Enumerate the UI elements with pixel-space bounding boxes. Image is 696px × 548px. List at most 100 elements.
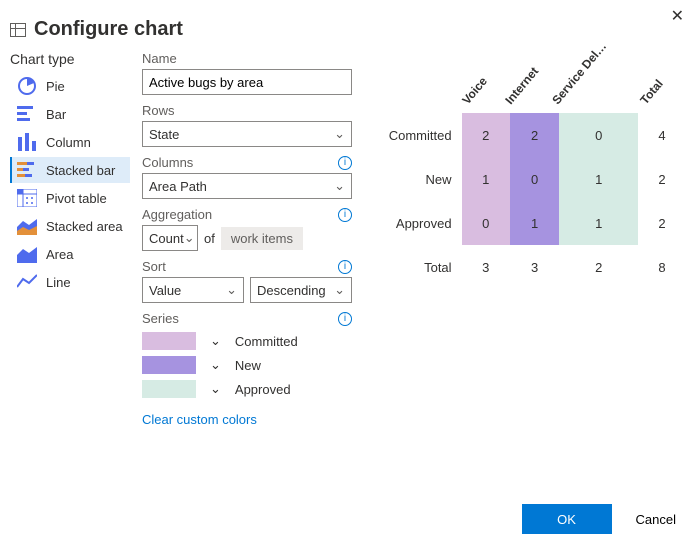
columns-select[interactable]: Area Path ⌄ bbox=[142, 173, 352, 199]
col-voice: Voice bbox=[462, 69, 510, 113]
chart-type-pivot-table[interactable]: Pivot table bbox=[10, 185, 130, 211]
chart-type-line[interactable]: Line bbox=[10, 269, 130, 295]
chevron-down-icon[interactable]: ⌄ bbox=[210, 381, 221, 397]
chart-type-label: Pie bbox=[46, 79, 65, 94]
cell-total: 2 bbox=[638, 157, 686, 201]
chart-type-column[interactable]: Column bbox=[10, 129, 130, 155]
chevron-down-icon: ⌄ bbox=[184, 230, 195, 246]
ok-button[interactable]: OK bbox=[522, 504, 612, 534]
series-name: Committed bbox=[235, 334, 298, 349]
pivot-table-icon bbox=[16, 189, 38, 207]
rows-label: Rows bbox=[142, 103, 175, 118]
grid-icon bbox=[10, 23, 26, 37]
cell: 0 bbox=[462, 201, 510, 245]
series-name: New bbox=[235, 358, 261, 373]
of-label: of bbox=[204, 231, 215, 246]
cell-total: 8 bbox=[638, 245, 686, 289]
table-row-total: Total 3 3 2 8 bbox=[384, 245, 686, 289]
chart-type-label: Area bbox=[46, 247, 73, 262]
cell: 2 bbox=[510, 113, 560, 157]
row-label: Total bbox=[384, 245, 462, 289]
rows-select[interactable]: State ⌄ bbox=[142, 121, 352, 147]
chevron-down-icon[interactable]: ⌄ bbox=[210, 357, 221, 373]
chart-type-stacked-bar[interactable]: Stacked bar bbox=[10, 157, 130, 183]
rows-value: State bbox=[149, 127, 179, 142]
cell: 2 bbox=[559, 245, 638, 289]
dialog-header: Configure chart bbox=[0, 0, 696, 51]
sort-by-value: Value bbox=[149, 283, 181, 298]
chart-type-title: Chart type bbox=[10, 51, 130, 67]
chart-type-label: Stacked area bbox=[46, 219, 123, 234]
sort-by-select[interactable]: Value ⌄ bbox=[142, 277, 244, 303]
cell: 1 bbox=[462, 157, 510, 201]
chevron-down-icon: ⌄ bbox=[334, 282, 345, 298]
col-total: Total bbox=[638, 69, 686, 113]
table-row: Committed 2 2 0 4 bbox=[384, 113, 686, 157]
chart-type-stacked-area[interactable]: Stacked area bbox=[10, 213, 130, 239]
series-item-committed: ⌄ Committed bbox=[142, 332, 352, 350]
aggregation-value: Count bbox=[149, 231, 184, 246]
config-form: Name Rows State ⌄ Columns i Area Path ⌄ bbox=[142, 51, 352, 435]
cell: 3 bbox=[510, 245, 560, 289]
series-item-new: ⌄ New bbox=[142, 356, 352, 374]
dialog-footer: OK Cancel bbox=[522, 504, 682, 534]
column-icon bbox=[16, 133, 38, 151]
cell: 1 bbox=[510, 201, 560, 245]
chart-type-list: Chart type Pie Bar Column bbox=[10, 51, 130, 435]
stacked-area-icon bbox=[16, 217, 38, 235]
chevron-down-icon: ⌄ bbox=[334, 126, 345, 142]
chart-type-label: Line bbox=[46, 275, 71, 290]
cell: 2 bbox=[462, 113, 510, 157]
chart-type-bar[interactable]: Bar bbox=[10, 101, 130, 127]
row-label: Approved bbox=[384, 201, 462, 245]
row-label: Committed bbox=[384, 113, 462, 157]
cell: 0 bbox=[559, 113, 638, 157]
area-icon bbox=[16, 245, 38, 263]
cell: 1 bbox=[559, 157, 638, 201]
info-icon[interactable]: i bbox=[338, 260, 352, 274]
pie-icon bbox=[16, 77, 38, 95]
chart-type-label: Column bbox=[46, 135, 91, 150]
bar-icon bbox=[16, 105, 38, 123]
color-swatch[interactable] bbox=[142, 380, 196, 398]
chart-type-pie[interactable]: Pie bbox=[10, 73, 130, 99]
pivot-preview: Voice Internet Service Del… Total Commit… bbox=[364, 51, 686, 435]
cell-total: 4 bbox=[638, 113, 686, 157]
line-icon bbox=[16, 273, 38, 291]
series-item-approved: ⌄ Approved bbox=[142, 380, 352, 398]
cell: 1 bbox=[559, 201, 638, 245]
cell: 3 bbox=[462, 245, 510, 289]
close-icon[interactable]: ✕ bbox=[671, 6, 684, 26]
info-icon[interactable]: i bbox=[338, 156, 352, 170]
chart-type-area[interactable]: Area bbox=[10, 241, 130, 267]
chevron-down-icon: ⌄ bbox=[334, 178, 345, 194]
color-swatch[interactable] bbox=[142, 356, 196, 374]
sort-dir-value: Descending bbox=[257, 283, 326, 298]
col-service: Service Del… bbox=[559, 69, 638, 113]
cancel-button[interactable]: Cancel bbox=[630, 511, 682, 528]
chart-type-label: Pivot table bbox=[46, 191, 107, 206]
series-name: Approved bbox=[235, 382, 291, 397]
aggregation-target: work items bbox=[221, 227, 303, 250]
cell-total: 2 bbox=[638, 201, 686, 245]
table-row: New 1 0 1 2 bbox=[384, 157, 686, 201]
clear-custom-colors-link[interactable]: Clear custom colors bbox=[142, 412, 257, 427]
sort-label: Sort bbox=[142, 259, 166, 274]
info-icon[interactable]: i bbox=[338, 208, 352, 222]
chart-type-label: Bar bbox=[46, 107, 66, 122]
row-label: New bbox=[384, 157, 462, 201]
aggregation-label: Aggregation bbox=[142, 207, 212, 222]
table-row: Approved 0 1 1 2 bbox=[384, 201, 686, 245]
info-icon[interactable]: i bbox=[338, 312, 352, 326]
series-label: Series bbox=[142, 311, 179, 326]
chevron-down-icon: ⌄ bbox=[226, 282, 237, 298]
color-swatch[interactable] bbox=[142, 332, 196, 350]
aggregation-select[interactable]: Count ⌄ bbox=[142, 225, 198, 251]
chart-type-label: Stacked bar bbox=[46, 163, 115, 178]
stacked-bar-icon bbox=[16, 161, 38, 179]
columns-value: Area Path bbox=[149, 179, 207, 194]
chevron-down-icon[interactable]: ⌄ bbox=[210, 333, 221, 349]
name-label: Name bbox=[142, 51, 177, 66]
name-input[interactable] bbox=[142, 69, 352, 95]
sort-dir-select[interactable]: Descending ⌄ bbox=[250, 277, 352, 303]
